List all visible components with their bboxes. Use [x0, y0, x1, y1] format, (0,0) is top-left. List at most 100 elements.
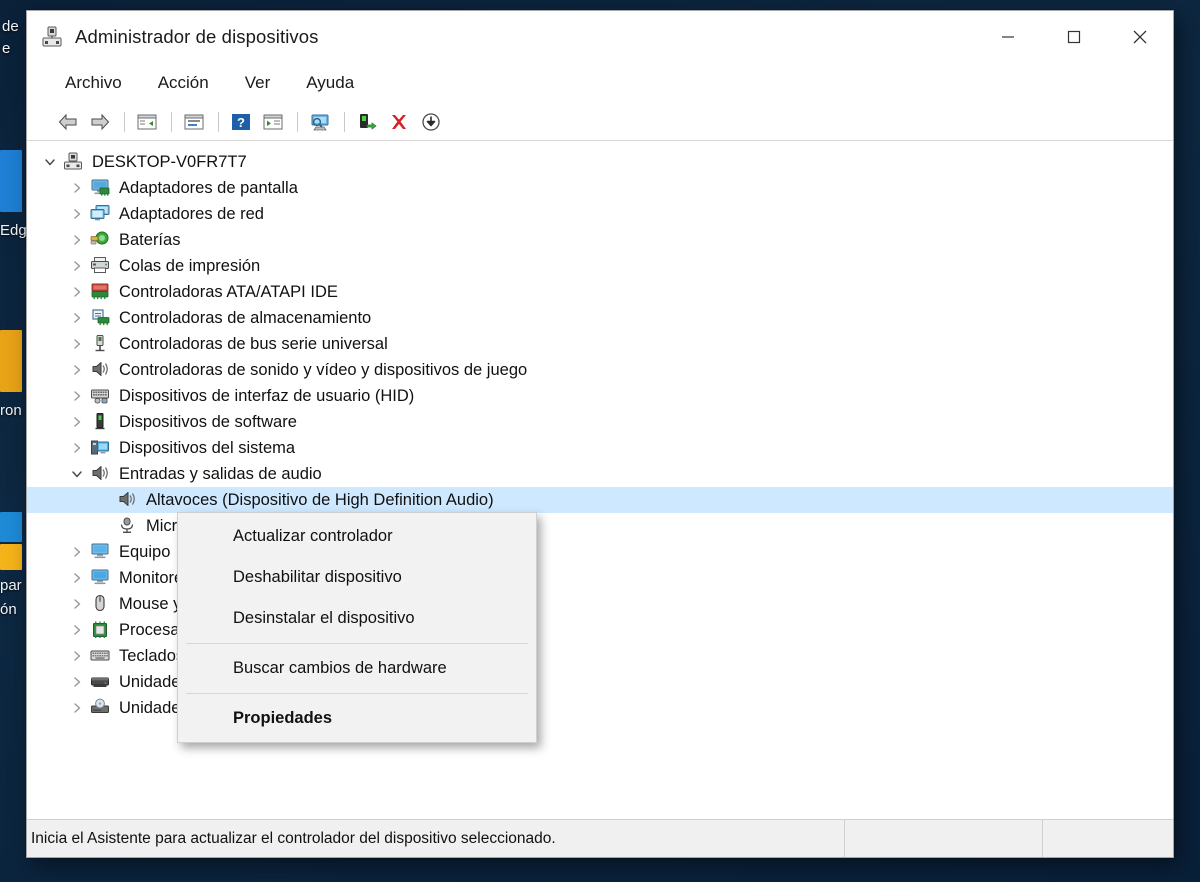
menu-accion[interactable]: Acción [146, 69, 221, 97]
chevron-right-icon[interactable] [64, 572, 90, 584]
tree-node[interactable]: Dispositivos de software [27, 409, 1173, 435]
update-driver-icon[interactable] [258, 108, 288, 136]
tree-node-label: Controladoras de bus serie universal [119, 334, 388, 353]
tree-node[interactable]: Altavoces (Dispositivo de High Definitio… [27, 487, 1173, 513]
desktop-icon-tile-1[interactable] [0, 330, 22, 392]
window-title: Administrador de dispositivos [75, 26, 319, 47]
microphone-icon [117, 516, 139, 536]
tree-node-label: Equipo [119, 542, 171, 561]
software-device-icon [90, 412, 112, 432]
chevron-right-icon[interactable] [64, 312, 90, 324]
ctx-scan-hardware[interactable]: Buscar cambios de hardware [178, 648, 536, 689]
tree-node[interactable]: Dispositivos del sistema [27, 435, 1173, 461]
properties-icon[interactable] [179, 108, 209, 136]
minimize-button[interactable] [975, 11, 1041, 63]
chevron-right-icon[interactable] [64, 702, 90, 714]
tree-node[interactable]: Controladoras de almacenamiento [27, 305, 1173, 331]
maximize-button[interactable] [1041, 11, 1107, 63]
tree-node-label: Adaptadores de red [119, 204, 264, 223]
chevron-right-icon[interactable] [64, 650, 90, 662]
tree-node[interactable]: Controladoras ATA/ATAPI IDE [27, 279, 1173, 305]
tree-node[interactable]: Controladoras de bus serie universal [27, 331, 1173, 357]
chevron-right-icon[interactable] [64, 546, 90, 558]
ctx-uninstall-device[interactable]: Desinstalar el dispositivo [178, 598, 536, 639]
computer-node-icon [90, 542, 112, 562]
desktop-icon-label-3: ron [0, 402, 22, 419]
tree-node-label: Dispositivos de interfaz de usuario (HID… [119, 386, 415, 405]
separator-1 [124, 111, 125, 132]
status-bar: Inicia el Asistente para actualizar el c… [27, 819, 1173, 857]
help-icon[interactable]: ? [226, 108, 256, 136]
chevron-right-icon[interactable] [64, 182, 90, 194]
tree-node[interactable]: Dispositivos de interfaz de usuario (HID… [27, 383, 1173, 409]
monitor-icon [90, 568, 112, 588]
status-message: Inicia el Asistente para actualizar el c… [27, 820, 845, 857]
chevron-right-icon[interactable] [64, 442, 90, 454]
tree-node-label: Teclados [119, 646, 185, 665]
battery-icon [90, 230, 112, 250]
close-button[interactable] [1107, 11, 1173, 63]
audio-io-icon [90, 464, 112, 484]
hid-icon [90, 386, 112, 406]
desktop-icon-tile-2[interactable] [0, 512, 22, 542]
desktop-icon-tile-0[interactable] [0, 150, 22, 212]
chevron-down-icon[interactable] [37, 156, 63, 168]
storage-icon [90, 308, 112, 328]
menu-archivo[interactable]: Archivo [53, 69, 134, 97]
forward-arrow-icon[interactable] [85, 108, 115, 136]
device-manager-icon [41, 26, 63, 48]
tree-node-label: DESKTOP-V0FR7T7 [92, 152, 247, 171]
tree-node[interactable]: Adaptadores de red [27, 201, 1173, 227]
chevron-down-icon[interactable] [64, 468, 90, 480]
uninstall-device-icon[interactable] [384, 108, 414, 136]
printer-icon [90, 256, 112, 276]
tree-node[interactable]: Adaptadores de pantalla [27, 175, 1173, 201]
svg-text:?: ? [237, 115, 245, 130]
tree-node[interactable]: Colas de impresión [27, 253, 1173, 279]
back-arrow-icon[interactable] [53, 108, 83, 136]
separator-5 [344, 111, 345, 132]
ctx-update-driver[interactable]: Actualizar controlador [178, 516, 536, 557]
ctx-disable-device[interactable]: Deshabilitar dispositivo [178, 557, 536, 598]
chevron-right-icon[interactable] [64, 338, 90, 350]
menu-ayuda[interactable]: Ayuda [294, 69, 366, 97]
chevron-right-icon[interactable] [64, 234, 90, 246]
desktop-icon-label-5: ón [0, 601, 17, 618]
tree-node-label: Entradas y salidas de audio [119, 464, 322, 483]
tree-node[interactable]: Controladoras de sonido y vídeo y dispos… [27, 357, 1173, 383]
disable-device-icon[interactable] [416, 108, 446, 136]
tree-node[interactable]: DESKTOP-V0FR7T7 [27, 149, 1173, 175]
separator-2 [171, 111, 172, 132]
separator-4 [297, 111, 298, 132]
menu-ver[interactable]: Ver [233, 69, 283, 97]
ctx-properties[interactable]: Propiedades [178, 698, 536, 739]
tree-node-label: Controladoras de sonido y vídeo y dispos… [119, 360, 528, 379]
keyboard-icon [90, 646, 112, 666]
chevron-right-icon[interactable] [64, 390, 90, 402]
computer-icon [63, 152, 85, 172]
chevron-right-icon[interactable] [64, 676, 90, 688]
window-controls [975, 11, 1173, 63]
chevron-right-icon[interactable] [64, 598, 90, 610]
desktop-icon-tile-3[interactable] [0, 544, 22, 570]
chevron-right-icon[interactable] [64, 260, 90, 272]
enable-device-icon[interactable] [352, 108, 382, 136]
context-menu[interactable]: Actualizar controlador Deshabilitar dispo… [177, 512, 537, 743]
chevron-right-icon[interactable] [64, 286, 90, 298]
chevron-right-icon[interactable] [64, 624, 90, 636]
title-bar[interactable]: Administrador de dispositivos [27, 11, 1173, 63]
desktop-icon-label-0: de [2, 18, 19, 35]
disk-drive-icon [90, 672, 112, 692]
chevron-right-icon[interactable] [64, 208, 90, 220]
chevron-right-icon[interactable] [64, 364, 90, 376]
tree-node[interactable]: Entradas y salidas de audio [27, 461, 1173, 487]
tree-node[interactable]: Baterías [27, 227, 1173, 253]
usb-icon [90, 334, 112, 354]
separator-3 [218, 111, 219, 132]
toolbar: ? [27, 103, 1173, 141]
scan-hardware-changes-icon[interactable] [305, 108, 335, 136]
chevron-right-icon[interactable] [64, 416, 90, 428]
tree-node-label: Altavoces (Dispositivo de High Definitio… [146, 490, 494, 509]
status-panel-3 [1043, 820, 1173, 857]
show-hide-console-tree-icon[interactable] [132, 108, 162, 136]
